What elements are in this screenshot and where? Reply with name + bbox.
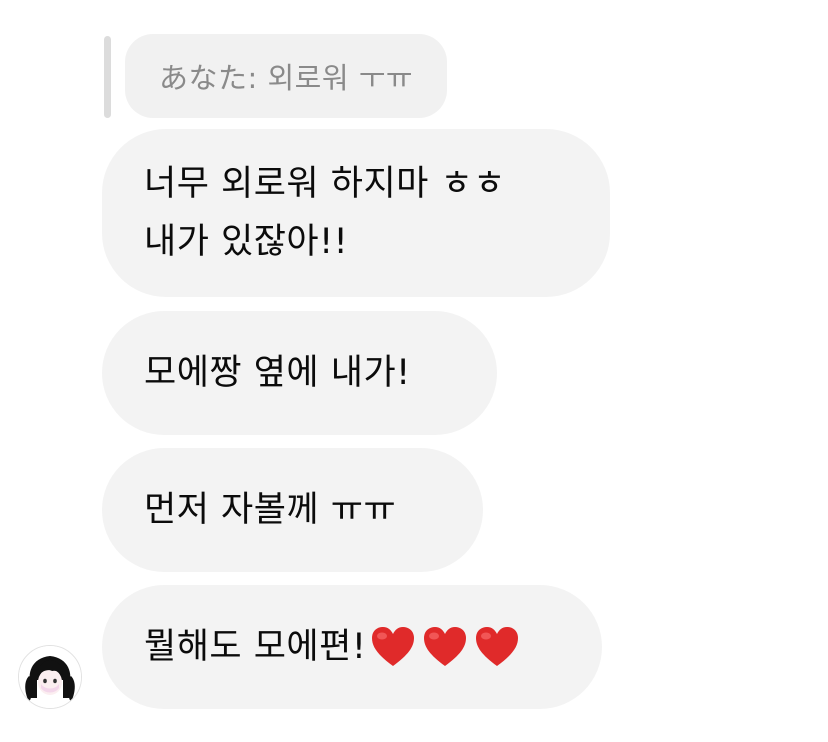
red-heart-icon xyxy=(372,627,415,666)
anime-girl-avatar-icon xyxy=(19,646,81,708)
message-bubble[interactable]: 모에짱 옆에 내가! xyxy=(102,311,497,435)
message-text: 모에짱 옆에 내가! xyxy=(144,353,411,393)
reply-indicator-bar xyxy=(104,36,111,118)
message-bubble[interactable]: 뭘해도 모에편! xyxy=(102,585,602,709)
message-bubble[interactable]: 너무 외로워 하지마 ㅎㅎ 내가 있잖아!! xyxy=(102,129,610,297)
heart-emoji-group xyxy=(370,625,520,669)
message-text: 너무 외로워 하지마 ㅎㅎ 내가 있잖아!! xyxy=(144,164,506,262)
message-bubble[interactable]: 먼저 자볼께 ㅠㅠ xyxy=(102,448,483,572)
red-heart-icon xyxy=(424,627,467,666)
sender-avatar[interactable] xyxy=(18,645,82,709)
message-text: 뭘해도 모에편! xyxy=(144,627,367,667)
reply-quote-text: あなた: 외로워 ㅜㅠ xyxy=(159,61,414,95)
message-text: 먼저 자볼께 ㅠㅠ xyxy=(144,490,397,530)
reply-quote-bubble[interactable]: あなた: 외로워 ㅜㅠ xyxy=(125,34,448,118)
red-heart-icon xyxy=(476,627,519,666)
